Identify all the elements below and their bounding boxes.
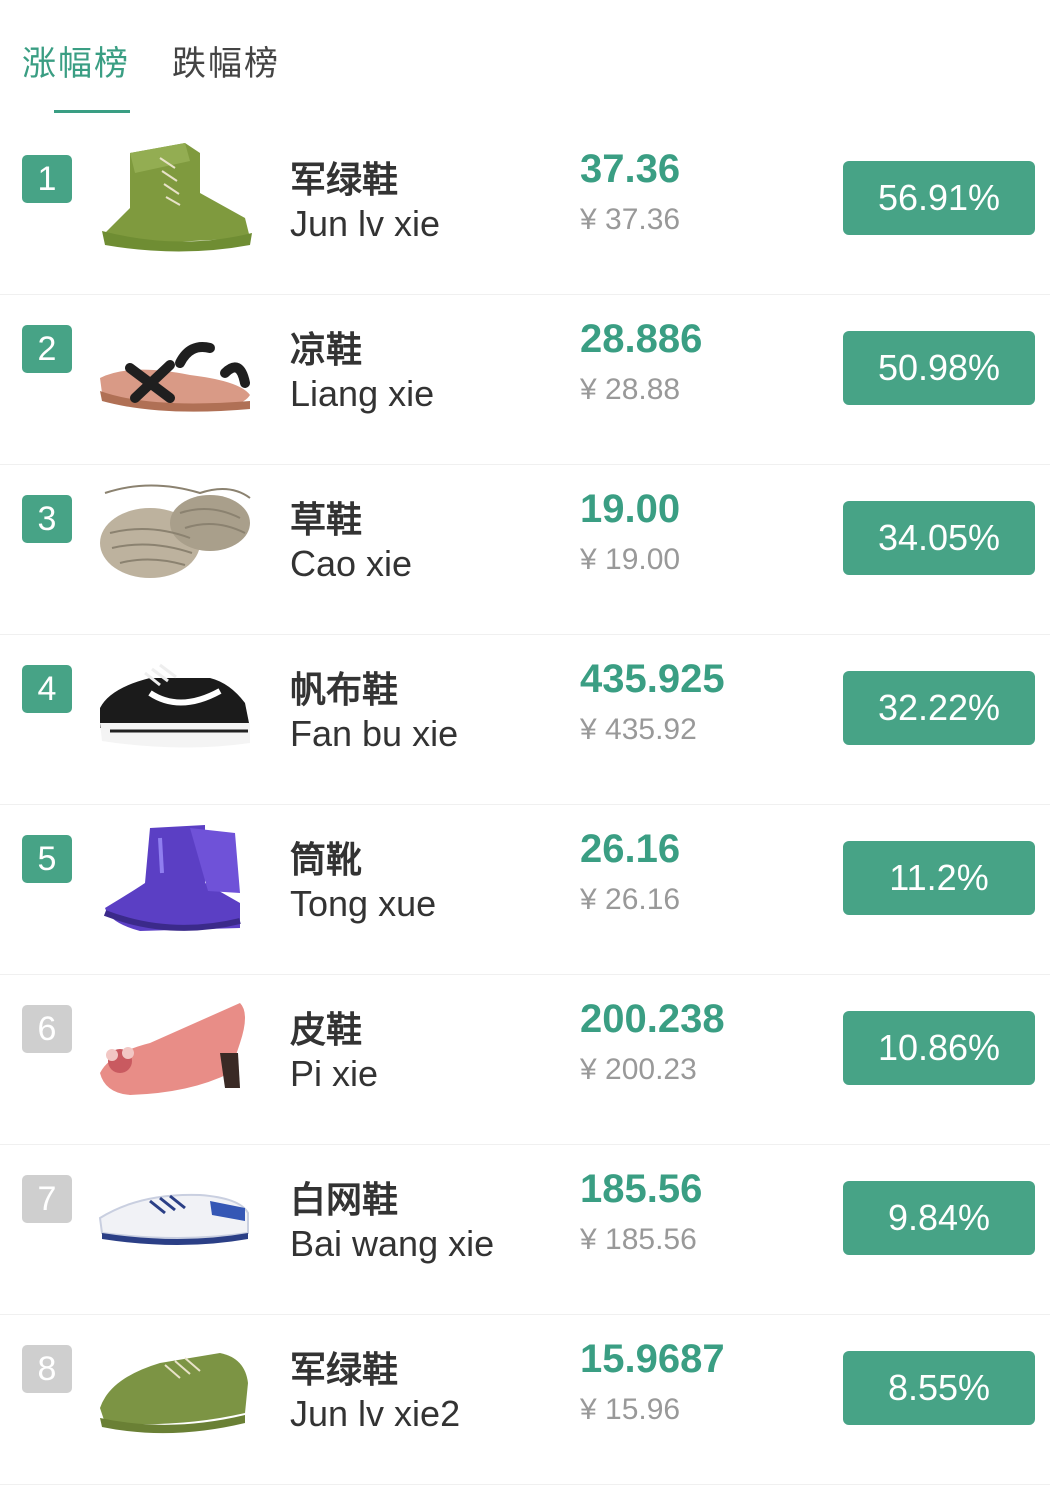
item-name-cn: 帆布鞋 [290, 670, 399, 711]
item-price: 185.56 [580, 1167, 703, 1211]
item-price-cny: ¥ 19.00 [580, 543, 681, 576]
change-badge[interactable]: 50.98% [843, 331, 1035, 405]
item-name-cn: 皮鞋 [290, 1010, 363, 1051]
item-price: 435.925 [580, 657, 725, 701]
change-badge[interactable]: 32.22% [843, 671, 1035, 745]
item-name-cn: 白网鞋 [290, 1180, 399, 1221]
item-price: 15.9687 [580, 1337, 725, 1381]
rank-badge: 1 [22, 155, 72, 203]
rank-badge: 3 [22, 495, 72, 543]
change-badge[interactable]: 11.2% [843, 841, 1035, 915]
item-name-cn: 凉鞋 [290, 330, 363, 371]
item-price-cny: ¥ 435.92 [580, 713, 697, 746]
list-item[interactable]: 6 皮鞋 Pi xie 200.238 ¥ 200.23 10.86% [0, 975, 1050, 1145]
item-name-en: Jun lv xie [290, 203, 441, 244]
white-mesh-shoe-icon [98, 1193, 249, 1245]
rank-badge: 4 [22, 665, 72, 713]
item-price-cny: ¥ 26.16 [580, 883, 681, 916]
rank-badge: 2 [22, 325, 72, 373]
tab-losers[interactable]: 跌幅榜 [172, 36, 280, 85]
rank-badge: 5 [22, 835, 72, 883]
change-badge[interactable]: 56.91% [843, 161, 1035, 235]
item-price: 28.886 [580, 317, 703, 361]
rank-badge: 6 [22, 1005, 72, 1053]
change-badge[interactable]: 8.55% [843, 1351, 1035, 1425]
item-price: 19.00 [580, 487, 681, 531]
item-price-cny: ¥ 200.23 [580, 1053, 697, 1086]
change-badge[interactable]: 34.05% [843, 501, 1035, 575]
item-name-en: Pi xie [290, 1053, 379, 1094]
item-name-en: Jun lv xie2 [290, 1393, 461, 1434]
item-name-en: Fan bu xie [290, 713, 459, 754]
ranking-tabs: 涨幅榜 跌幅榜 [22, 36, 622, 116]
item-name-cn: 军绿鞋 [290, 160, 399, 201]
list-item[interactable]: 3 草鞋 Cao xie 19.00 ¥ 19.00 34.05% [0, 465, 1050, 635]
active-tab-indicator [54, 110, 130, 113]
item-price-cny: ¥ 28.88 [580, 373, 681, 406]
item-name-en: Tong xue [290, 883, 437, 924]
list-item[interactable]: 8 军绿鞋 Jun lv xie2 15.9687 ¥ 15.96 8.55% [0, 1315, 1050, 1485]
change-badge[interactable]: 9.84% [843, 1181, 1035, 1255]
list-item[interactable]: 5 筒靴 Tong xue 26.16 ¥ 26.16 11.2% [0, 805, 1050, 975]
item-price: 37.36 [580, 147, 681, 191]
rain-boot-icon [103, 825, 241, 931]
item-name-cn: 军绿鞋 [290, 1350, 399, 1391]
item-name-en: Liang xie [290, 373, 435, 414]
canvas-sneaker-icon [100, 663, 250, 748]
tab-gainers[interactable]: 涨幅榜 [22, 36, 130, 85]
item-price: 26.16 [580, 827, 681, 871]
list-item[interactable]: 2 凉鞋 Liang xie 28.886 ¥ 28.88 50.98% [0, 295, 1050, 465]
pink-flat-shoe-icon [100, 1003, 245, 1095]
item-name-en: Bai wang xie [290, 1223, 495, 1264]
item-price-cny: ¥ 15.96 [580, 1393, 681, 1426]
item-price-cny: ¥ 37.36 [580, 203, 681, 236]
rank-badge: 8 [22, 1345, 72, 1393]
green-canvas-high-top-shoe-icon [102, 143, 252, 252]
sandal-icon [100, 342, 250, 412]
item-name-cn: 草鞋 [290, 500, 363, 541]
straw-sandal-icon [100, 484, 251, 578]
list-item[interactable]: 1 军绿鞋 Jun lv xie 37.36 ¥ 37.36 56.91% [0, 125, 1050, 295]
list-item[interactable]: 4 帆布鞋 Fan bu xie 435.925 ¥ 435.92 32.22% [0, 635, 1050, 805]
item-price: 200.238 [580, 997, 725, 1041]
rank-badge: 7 [22, 1175, 72, 1223]
green-canvas-low-shoe-icon [100, 1353, 248, 1434]
item-price-cny: ¥ 185.56 [580, 1223, 697, 1256]
item-name-en: Cao xie [290, 543, 413, 584]
item-name-cn: 筒靴 [290, 840, 363, 881]
list-item[interactable]: 7 白网鞋 Bai wang xie 185.56 ¥ 185.56 9.84% [0, 1145, 1050, 1315]
change-badge[interactable]: 10.86% [843, 1011, 1035, 1085]
